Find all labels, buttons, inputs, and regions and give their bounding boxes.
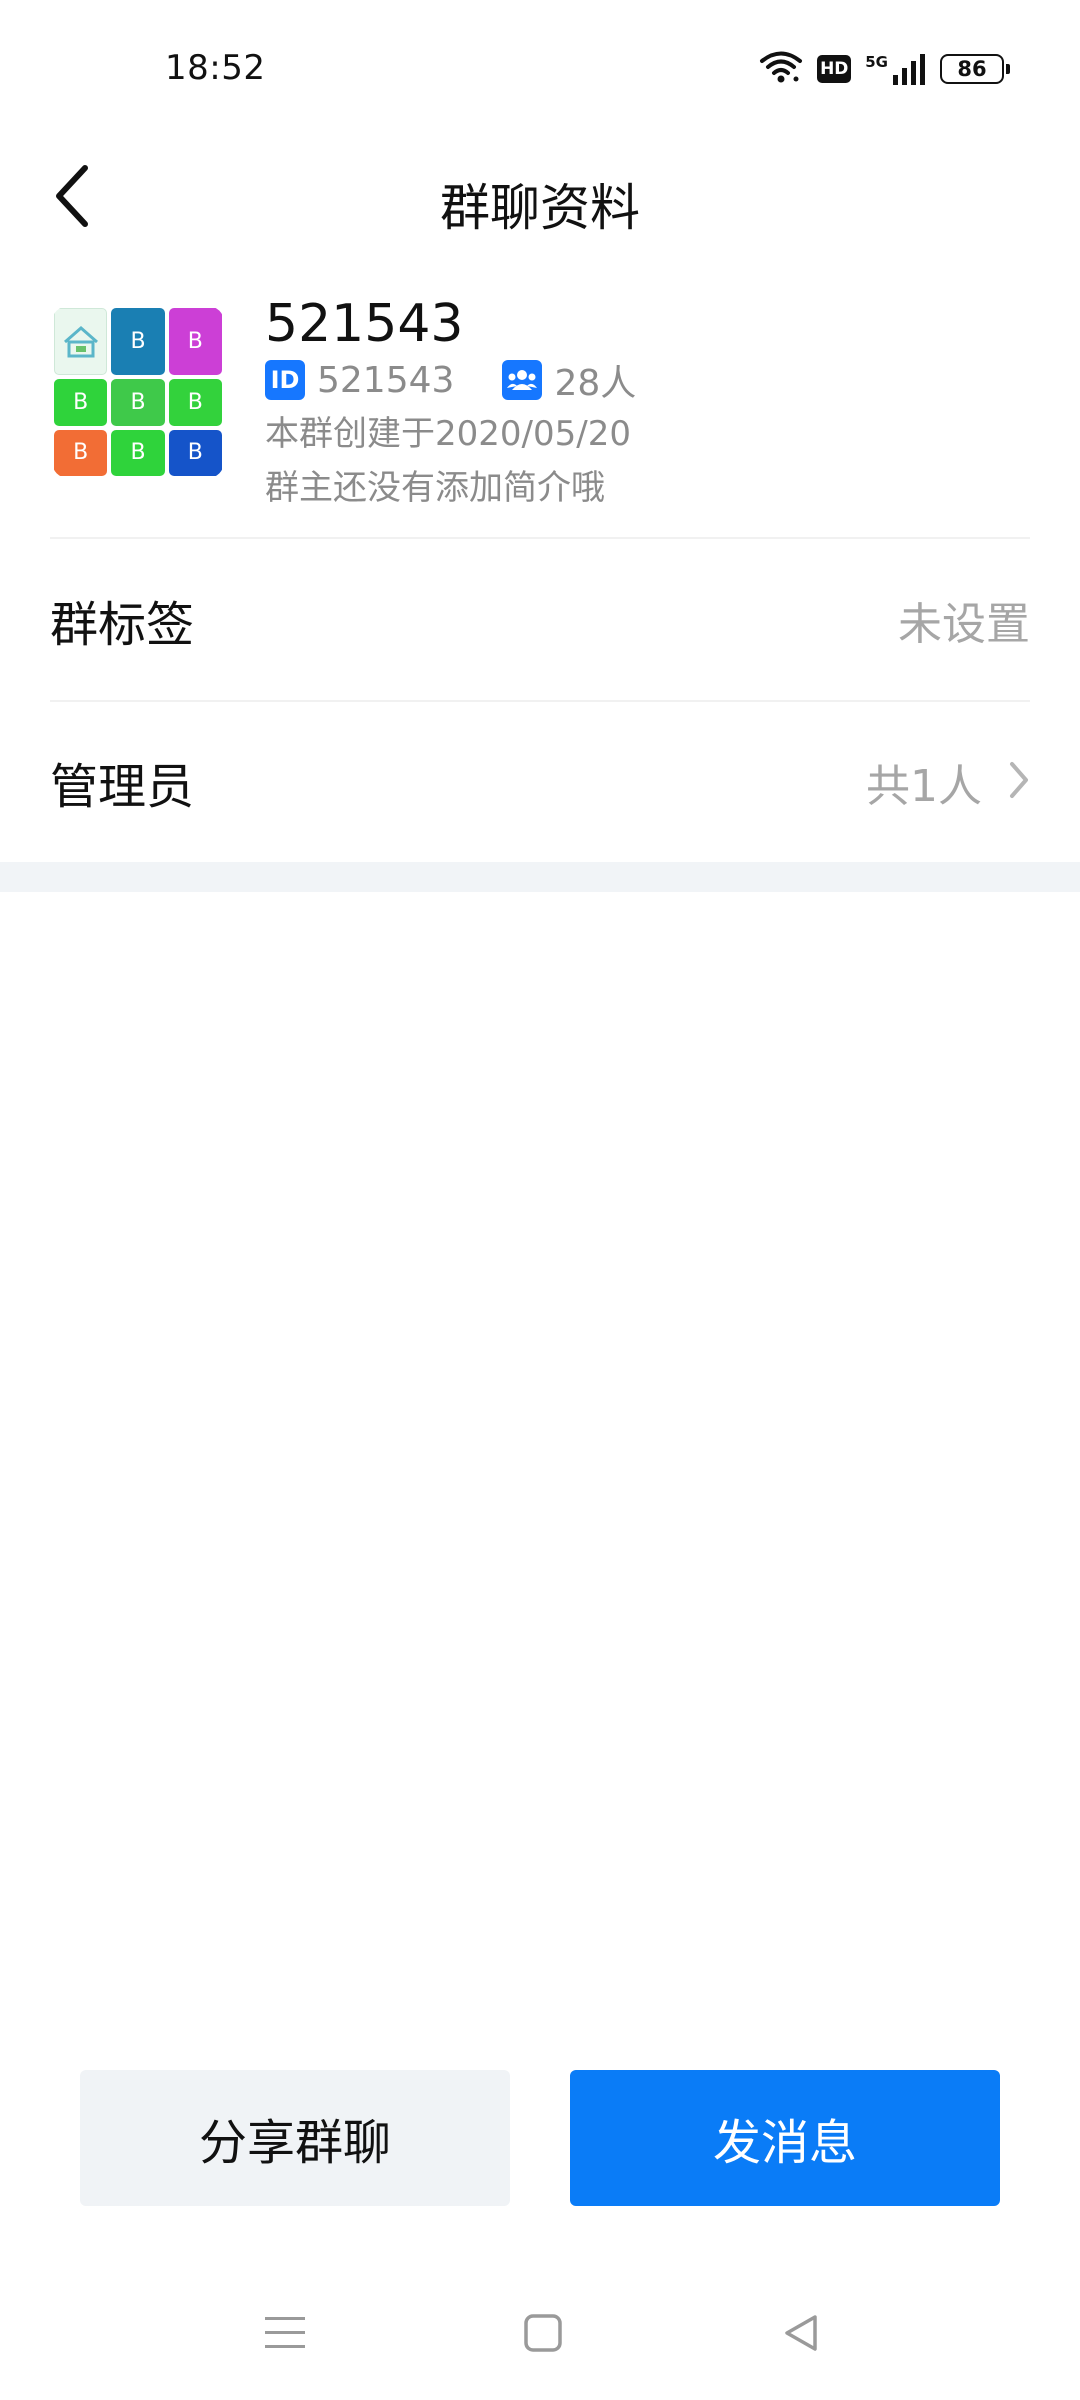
signal-icon: 5G — [865, 53, 926, 85]
avatar-tile: B — [54, 379, 108, 426]
status-time: 18:52 — [165, 48, 266, 88]
home-button[interactable] — [508, 2305, 578, 2365]
group-meta-row: ID 521543 28人 — [265, 358, 636, 404]
send-message-button[interactable]: 发消息 — [570, 2070, 1000, 2206]
members-icon — [502, 360, 543, 400]
group-tag-label: 群标签 — [50, 597, 195, 653]
avatar-tile: B — [168, 379, 222, 426]
hd-voice-icon: HD — [817, 55, 852, 83]
group-profile-screen: 18:52 HD 5G 86 群聊资料 B B B B B B B B 5215… — [0, 0, 1080, 2400]
chevron-right-icon — [1008, 760, 1030, 804]
nav-bar: 群聊资料 — [0, 140, 1080, 260]
admin-label: 管理员 — [50, 759, 195, 815]
page-title: 群聊资料 — [440, 179, 640, 237]
menu-icon — [265, 2315, 305, 2355]
group-tag-row[interactable]: 群标签 未设置 — [50, 540, 1030, 700]
battery-icon: 86 — [940, 54, 1010, 84]
group-tag-value: 未设置 — [898, 599, 1030, 650]
group-header: B B B B B B B B 521543 ID 521543 28人 本群创… — [50, 294, 1030, 535]
wifi-icon — [759, 50, 803, 88]
admin-right: 共1人 — [866, 750, 1030, 814]
group-intro: 群主还没有添加简介哦 — [265, 468, 605, 508]
member-count[interactable]: 28人 — [554, 354, 636, 406]
house-logo-icon — [63, 325, 98, 358]
avatar-tile: B — [111, 429, 165, 476]
network-type: 5G — [865, 53, 888, 71]
divider — [50, 537, 1030, 539]
square-home-icon — [523, 2313, 563, 2357]
group-avatar[interactable]: B B B B B B B B — [52, 306, 224, 478]
avatar-tile: B — [54, 429, 108, 476]
avatar-tile: B — [111, 308, 165, 376]
avatar-tile: B — [111, 379, 165, 426]
system-back-button[interactable] — [766, 2305, 836, 2365]
status-bar: 18:52 HD 5G 86 — [0, 0, 1080, 140]
group-created-date: 本群创建于2020/05/20 — [265, 414, 631, 454]
id-badge-icon: ID — [265, 360, 305, 400]
share-group-button[interactable]: 分享群聊 — [80, 2070, 510, 2206]
status-icons: HD 5G 86 — [759, 50, 1010, 88]
group-id[interactable]: 521543 — [317, 360, 454, 401]
admin-count: 共1人 — [866, 761, 982, 812]
triangle-back-icon — [781, 2313, 821, 2357]
admin-row[interactable]: 管理员 共1人 — [50, 702, 1030, 862]
menu-button[interactable] — [250, 2305, 320, 2365]
avatar-tile: B — [168, 429, 222, 476]
system-nav-bar — [0, 2285, 1080, 2385]
section-separator — [0, 862, 1080, 892]
avatar-tile: B — [168, 308, 222, 376]
group-name: 521543 — [265, 294, 464, 354]
avatar-tile-logo — [54, 308, 108, 376]
